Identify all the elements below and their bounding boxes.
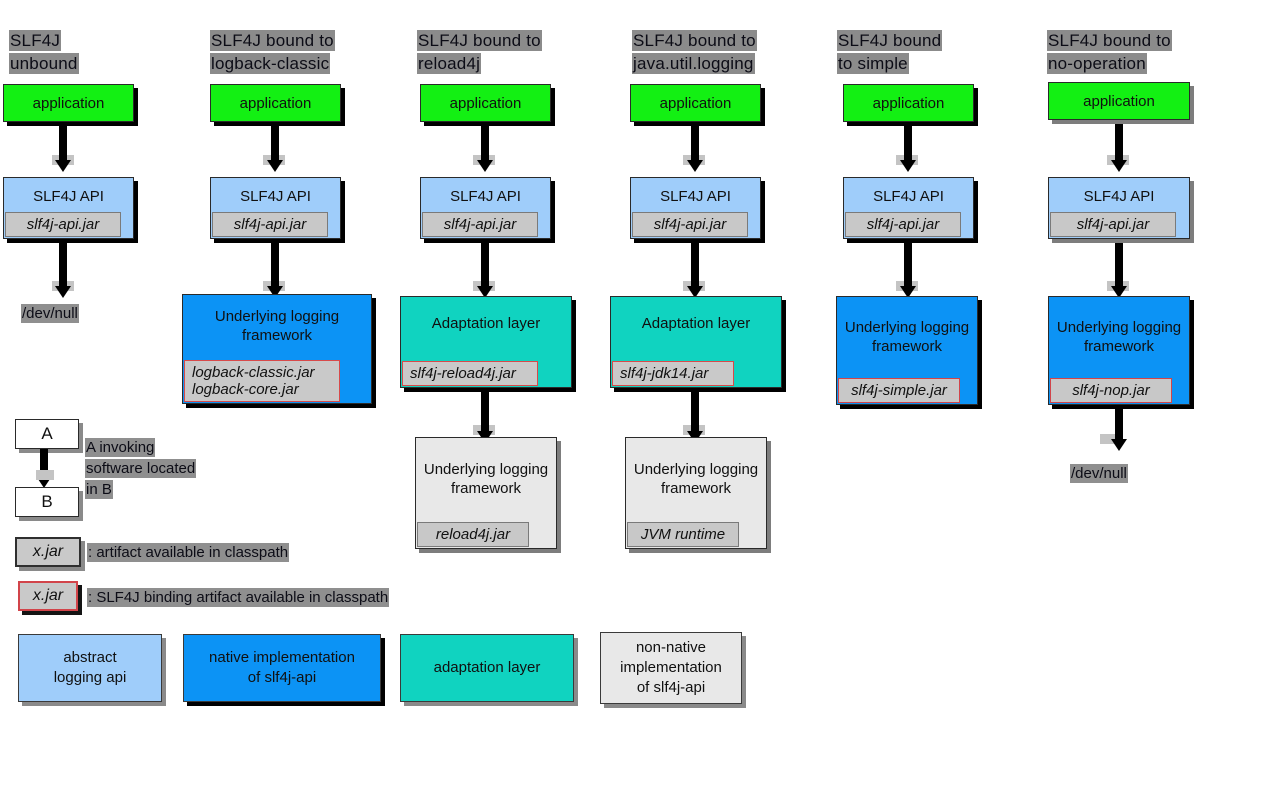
node-label: SLF4J API xyxy=(873,187,944,205)
node-slf4j-api-jul: SLF4J API slf4j-api.jar xyxy=(630,177,761,239)
arrow-api-to-framework xyxy=(271,243,279,287)
node-adaptation-layer-jul: Adaptation layer slf4j-jdk14.jar xyxy=(610,296,782,388)
jar-badge: slf4j-api.jar xyxy=(845,212,961,237)
legend-jar-artifact: x.jar xyxy=(15,537,81,567)
node-slf4j-api-simple: SLF4J API slf4j-api.jar xyxy=(843,177,974,239)
legend-invocation-caption: A invoking software located in B xyxy=(86,439,196,498)
jar-badge: slf4j-api.jar xyxy=(422,212,538,237)
node-label: SLF4J API xyxy=(33,187,104,205)
node-application-jul: application xyxy=(630,84,761,122)
legend-swatch-label: abstract logging api xyxy=(53,649,127,686)
terminal-devnull-nop: /dev/null xyxy=(1071,465,1127,482)
node-slf4j-api-unbound: SLF4J API slf4j-api.jar xyxy=(3,177,134,239)
legend-binding-caption: : SLF4J binding artifact available in cl… xyxy=(88,589,389,606)
node-slf4j-api-nop: SLF4J API slf4j-api.jar xyxy=(1048,177,1190,239)
jar-badge: slf4j-api.jar xyxy=(212,212,328,237)
arrow-adaptation-to-framework xyxy=(691,392,699,432)
node-slf4j-api-reload4j: SLF4J API slf4j-api.jar xyxy=(420,177,551,239)
legend-swatch-adaptation-layer: adaptation layer xyxy=(400,634,574,702)
column-title-nop: SLF4J bound to no-operation xyxy=(1048,31,1171,73)
node-underlying-framework-nop: Underlying logging framework slf4j-nop.j… xyxy=(1048,296,1190,405)
legend-swatch-non-native-implementation: non-native implementation of slf4j-api xyxy=(600,632,742,704)
arrow-api-to-adaptation xyxy=(481,243,489,287)
column-title-reload4j: SLF4J bound to reload4j xyxy=(418,31,541,73)
node-adaptation-layer-reload4j: Adaptation layer slf4j-reload4j.jar xyxy=(400,296,572,388)
node-label: Underlying logging framework xyxy=(633,461,759,497)
arrow-api-to-framework xyxy=(904,243,912,287)
node-application-simple: application xyxy=(843,84,974,122)
jar-badge: slf4j-reload4j.jar xyxy=(402,361,538,386)
arrow-application-to-api xyxy=(1115,124,1123,161)
node-underlying-framework-logback: Underlying logging framework logback-cla… xyxy=(182,294,372,404)
jar-badge: slf4j-jdk14.jar xyxy=(612,361,734,386)
node-underlying-framework-reload4j: Underlying logging framework reload4j.ja… xyxy=(415,437,557,549)
jar-badge: slf4j-api.jar xyxy=(632,212,748,237)
legend-box-b: B xyxy=(15,487,79,517)
legend-box-a: A xyxy=(15,419,79,449)
jar-badge: logback-classic.jar logback-core.jar xyxy=(184,360,340,402)
legend-swatch-label: non-native implementation of slf4j-api xyxy=(620,639,722,696)
node-label: Underlying logging framework xyxy=(1056,318,1182,355)
node-label: application xyxy=(32,94,105,112)
node-label: application xyxy=(239,94,312,112)
legend-artifact-caption: : artifact available in classpath xyxy=(88,544,289,561)
legend-swatch-label: adaptation layer xyxy=(433,659,541,676)
arrow-application-to-api xyxy=(481,126,489,161)
node-label: SLF4J API xyxy=(240,187,311,205)
node-label: application xyxy=(872,94,945,112)
legend-jar-artifact-label: x.jar xyxy=(32,543,64,560)
legend-swatch-label: native implementation of slf4j-api xyxy=(209,649,355,686)
arrow-application-to-api xyxy=(691,126,699,161)
column-title-logback: SLF4J bound to logback-classic xyxy=(211,31,334,73)
node-label: Adaptation layer xyxy=(431,314,541,332)
jar-badge: slf4j-simple.jar xyxy=(838,378,960,403)
node-label: application xyxy=(659,94,732,112)
node-label: Underlying logging framework xyxy=(214,308,340,344)
jar-badge: JVM runtime xyxy=(627,522,739,547)
node-label: application xyxy=(1083,92,1155,110)
node-application-nop: application xyxy=(1048,82,1190,120)
column-title-jul: SLF4J bound to java.util.logging xyxy=(633,31,756,73)
terminal-devnull-unbound: /dev/null xyxy=(22,305,78,322)
arrow-framework-to-devnull xyxy=(1115,409,1123,440)
arrow-api-to-framework xyxy=(1115,243,1123,287)
node-label: SLF4J API xyxy=(660,187,731,205)
arrow-shadow xyxy=(36,470,54,480)
node-label: application xyxy=(449,94,522,112)
column-title-unbound: SLF4J unbound xyxy=(10,31,78,73)
arrow-application-to-api xyxy=(271,126,279,161)
legend-jar-binding-label: x.jar xyxy=(32,587,64,604)
legend-jar-binding: x.jar xyxy=(18,581,78,611)
node-application-logback: application xyxy=(210,84,341,122)
node-application-reload4j: application xyxy=(420,84,551,122)
arrow-application-to-api xyxy=(59,126,67,161)
arrow-api-to-adaptation xyxy=(691,243,699,287)
node-underlying-framework-simple: Underlying logging framework slf4j-simpl… xyxy=(836,296,978,405)
arrow-adaptation-to-framework xyxy=(481,392,489,432)
node-slf4j-api-logback: SLF4J API slf4j-api.jar xyxy=(210,177,341,239)
legend-swatch-abstract-api: abstract logging api xyxy=(18,634,162,702)
jar-badge: slf4j-api.jar xyxy=(5,212,121,237)
legend-box-b-label: B xyxy=(41,492,53,511)
legend-swatch-native-implementation: native implementation of slf4j-api xyxy=(183,634,381,702)
node-label: Underlying logging framework xyxy=(423,461,549,497)
jar-badge: slf4j-api.jar xyxy=(1050,212,1176,237)
arrow-application-to-api xyxy=(904,126,912,161)
node-label: SLF4J API xyxy=(450,187,521,205)
jar-badge: slf4j-nop.jar xyxy=(1050,378,1172,403)
node-underlying-framework-jul: Underlying logging framework JVM runtime xyxy=(625,437,767,549)
arrow-api-to-devnull xyxy=(59,243,67,287)
node-label: Adaptation layer xyxy=(641,314,751,332)
node-application-unbound: application xyxy=(3,84,134,122)
node-label: Underlying logging framework xyxy=(844,318,970,355)
node-label: SLF4J API xyxy=(1083,187,1155,205)
jar-badge: reload4j.jar xyxy=(417,522,529,547)
column-title-simple: SLF4J bound to simple xyxy=(838,31,942,73)
legend-box-a-label: A xyxy=(41,424,53,443)
